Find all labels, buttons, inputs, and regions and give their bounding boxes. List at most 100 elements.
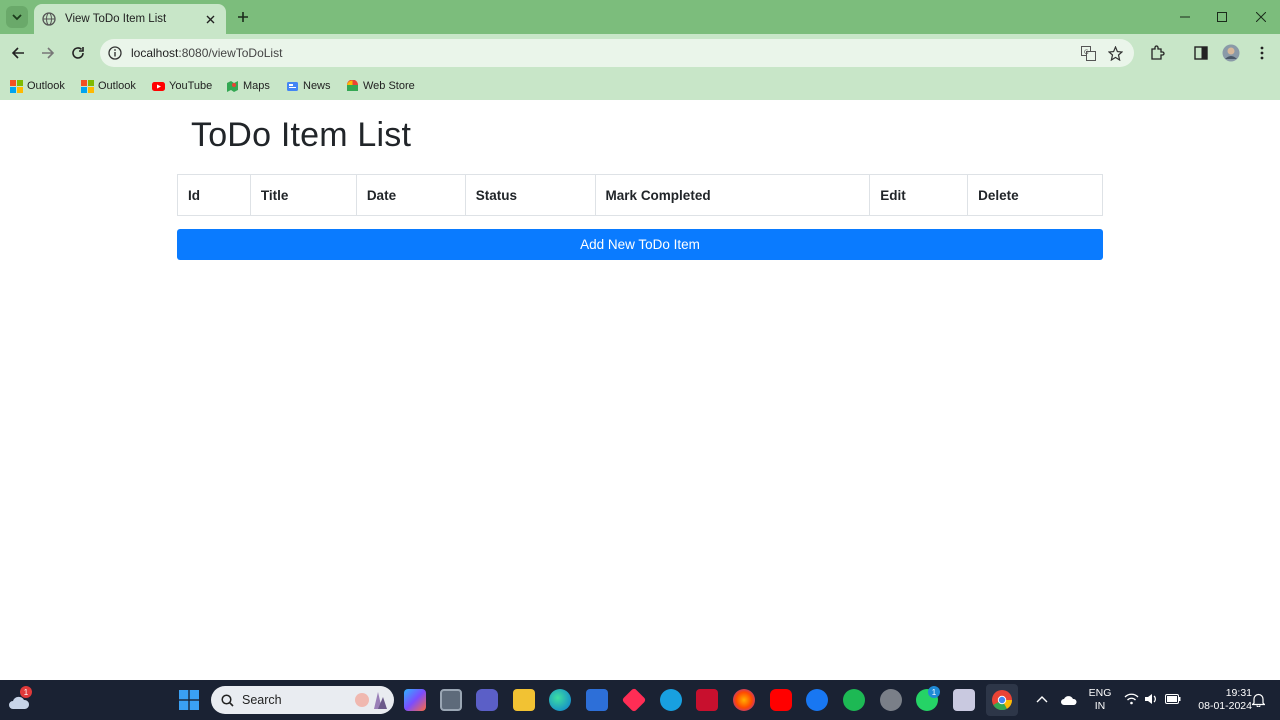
- tab-search-button[interactable]: [6, 6, 28, 28]
- notifications-button[interactable]: [1251, 693, 1266, 708]
- browser-menu-button[interactable]: [1253, 44, 1271, 62]
- column-header-date: Date: [355, 174, 466, 216]
- chrome-icon: [992, 690, 1013, 711]
- side-panel-icon: [1194, 46, 1208, 60]
- address-bar[interactable]: localhost:8080/viewToDoList G: [100, 39, 1134, 67]
- taskbar-app-youtube[interactable]: [770, 689, 792, 711]
- taskbar-search[interactable]: Search: [211, 686, 394, 714]
- bookmark-label: YouTube: [169, 80, 213, 92]
- more-vertical-icon: [1260, 46, 1264, 60]
- bookmark-outlook[interactable]: Outlook: [10, 77, 65, 95]
- bookmark-star-button[interactable]: [1107, 45, 1123, 61]
- url-path: :8080/viewToDoList: [178, 46, 283, 60]
- news-icon: [287, 81, 298, 91]
- page-title: ToDo Item List: [191, 116, 412, 154]
- show-hidden-icons-button[interactable]: [1036, 693, 1048, 705]
- bookmark-news[interactable]: News: [286, 77, 331, 95]
- search-icon: [221, 693, 234, 707]
- extensions-button[interactable]: [1148, 44, 1166, 62]
- forward-button[interactable]: [38, 43, 58, 63]
- minimize-icon: [1180, 16, 1190, 18]
- browser-toolbar: localhost:8080/viewToDoList G: [0, 34, 1280, 72]
- column-header-mark-completed: Mark Completed: [594, 174, 870, 216]
- close-window-button[interactable]: [1252, 8, 1270, 26]
- taskbar-app-settings[interactable]: [880, 689, 902, 711]
- search-highlight-icon: [355, 692, 387, 709]
- tab-title: View ToDo Item List: [65, 13, 167, 25]
- tab-close-button[interactable]: [202, 11, 218, 27]
- taskbar-app-teams[interactable]: [476, 689, 498, 711]
- chevron-up-icon: [1036, 696, 1048, 703]
- add-new-todo-button[interactable]: Add New ToDo Item: [177, 229, 1103, 260]
- side-panel-button[interactable]: [1192, 44, 1210, 62]
- taskbar-app-firefox[interactable]: [733, 689, 755, 711]
- microsoft-icon: [81, 79, 94, 93]
- minimize-button[interactable]: [1176, 8, 1194, 26]
- bookmark-maps[interactable]: Maps: [226, 77, 270, 95]
- bookmark-label: Outlook: [27, 80, 65, 92]
- plus-icon: [238, 12, 248, 22]
- taskbar-app-spotify[interactable]: [843, 689, 865, 711]
- column-header-delete: Delete: [967, 174, 1103, 216]
- onedrive-tray[interactable]: [1061, 693, 1077, 705]
- column-header-id: Id: [177, 174, 251, 216]
- translate-button[interactable]: G: [1080, 45, 1096, 61]
- youtube-icon: [152, 81, 165, 91]
- language-code: ENG: [1088, 687, 1112, 699]
- clock-time: 19:31: [1225, 687, 1252, 699]
- url-host: localhost: [131, 46, 179, 60]
- reload-icon: [72, 47, 84, 59]
- language-indicator[interactable]: ENG IN: [1088, 687, 1112, 713]
- bookmark-web-store[interactable]: Web Store: [346, 77, 415, 95]
- maps-icon: [227, 80, 238, 92]
- taskbar-app-help[interactable]: [660, 689, 682, 711]
- svg-text:G: G: [1084, 49, 1089, 56]
- taskbar-app-anydesk[interactable]: [621, 687, 647, 713]
- new-tab-button[interactable]: [234, 8, 252, 26]
- column-header-edit: Edit: [869, 174, 968, 216]
- volume-icon: [1145, 694, 1156, 704]
- table-header-row: Id Title Date Status Mark Completed Edit…: [177, 174, 1103, 216]
- bookmarks-bar: Outlook Outlook YouTube Maps News Web St…: [0, 72, 1280, 100]
- taskbar-app-media[interactable]: [953, 689, 975, 711]
- clock[interactable]: 19:31 08-01-2024: [1186, 687, 1252, 713]
- bookmark-youtube[interactable]: YouTube: [152, 77, 212, 95]
- bookmark-label: Web Store: [363, 80, 415, 92]
- close-icon: [206, 15, 214, 23]
- whatsapp-badge: 1: [928, 686, 940, 698]
- tab-strip: View ToDo Item List: [0, 0, 1280, 34]
- column-header-title: Title: [249, 174, 357, 216]
- profile-avatar[interactable]: [1222, 44, 1240, 62]
- taskbar-app-store[interactable]: [586, 689, 608, 711]
- globe-icon: [42, 12, 56, 26]
- browser-tab[interactable]: View ToDo Item List: [34, 4, 226, 34]
- weather-widget[interactable]: 1: [8, 686, 32, 711]
- url-text: localhost:8080/viewToDoList: [131, 46, 282, 60]
- reload-button[interactable]: [68, 43, 88, 63]
- bookmark-outlook-2[interactable]: Outlook: [81, 77, 136, 95]
- taskbar-app-copilot[interactable]: [404, 689, 426, 711]
- taskbar-app-facebook[interactable]: [806, 689, 828, 711]
- start-button[interactable]: [179, 690, 199, 710]
- page-content: ToDo Item List Id Title Date Status Mark…: [0, 100, 1280, 680]
- taskbar-app-task-view[interactable]: [440, 689, 462, 711]
- maximize-button[interactable]: [1213, 8, 1231, 26]
- region-code: IN: [1094, 700, 1106, 712]
- taskbar-app-edge[interactable]: [549, 689, 571, 711]
- taskbar: 1 Search 1 ENG IN 19:31 08-01-2024: [0, 680, 1280, 720]
- taskbar-app-mcafee[interactable]: [696, 689, 718, 711]
- system-tray-status[interactable]: [1124, 693, 1184, 707]
- arrow-left-icon: [11, 47, 24, 59]
- taskbar-app-file-explorer[interactable]: [513, 689, 535, 711]
- back-button[interactable]: [8, 43, 28, 63]
- arrow-right-icon: [42, 47, 55, 59]
- wifi-icon: [1124, 693, 1139, 705]
- chevron-down-icon: [12, 14, 22, 21]
- star-icon: [1107, 45, 1123, 61]
- site-info-icon[interactable]: [108, 46, 122, 60]
- translate-icon: G: [1080, 45, 1096, 61]
- bookmark-label: Maps: [243, 80, 270, 92]
- web-store-icon: [347, 79, 358, 91]
- taskbar-app-chrome-active[interactable]: [986, 684, 1018, 716]
- windows-icon: [179, 690, 199, 710]
